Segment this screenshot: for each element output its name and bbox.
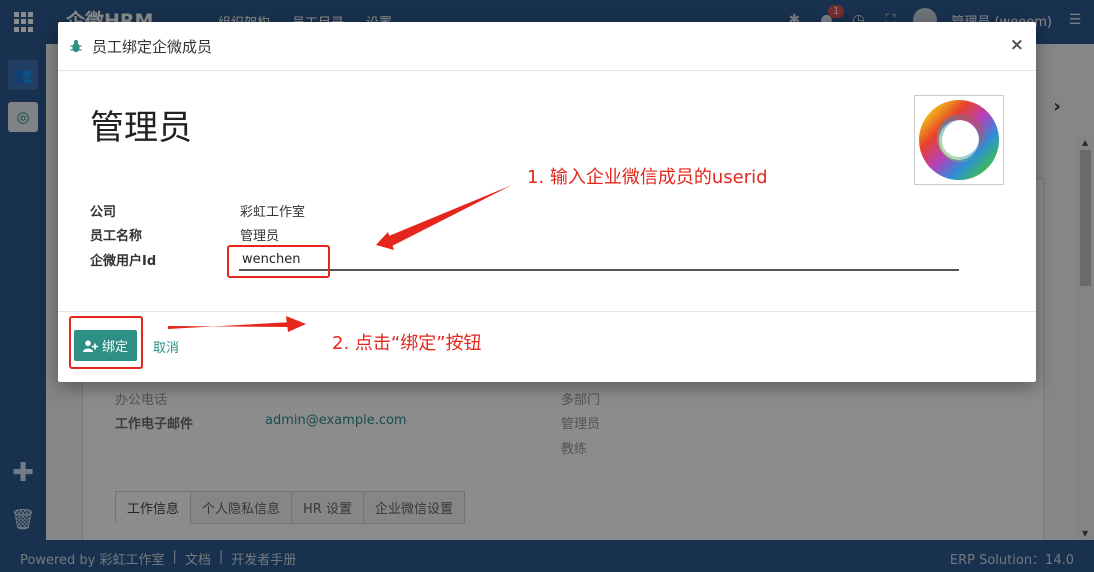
dialog-title: 员工绑定企微成员 <box>92 38 213 56</box>
close-icon[interactable]: × <box>1010 35 1024 55</box>
company-label: 公司 <box>90 205 117 220</box>
dialog-footer: 绑定 取消 <box>58 311 1036 382</box>
bind-member-dialog: 员工绑定企微成员 × 管理员 公司 彩虹工作室 员工名称 管理员 企微用户Id … <box>58 22 1036 382</box>
bind-button-highlight-box <box>69 316 143 369</box>
employee-avatar[interactable] <box>914 95 1004 185</box>
wecom-userid-label: 企微用户Id <box>90 254 157 269</box>
company-value: 彩虹工作室 <box>240 205 306 220</box>
annotation-step-1: 1. 输入企业微信成员的userid <box>527 167 768 188</box>
dialog-header: 员工绑定企微成员 × <box>58 22 1036 71</box>
userid-highlight-box <box>227 245 330 278</box>
employee-name-heading: 管理员 <box>90 108 192 148</box>
wecom-userid-input[interactable] <box>239 249 959 271</box>
cancel-link[interactable]: 取消 <box>153 337 179 356</box>
bug-icon <box>70 40 82 53</box>
annotation-step-2: 2. 点击“绑定”按钮 <box>332 333 482 354</box>
rainbow-logo-icon <box>919 100 999 180</box>
employee-name-value: 管理员 <box>240 229 280 244</box>
employee-name-label: 员工名称 <box>90 229 143 244</box>
